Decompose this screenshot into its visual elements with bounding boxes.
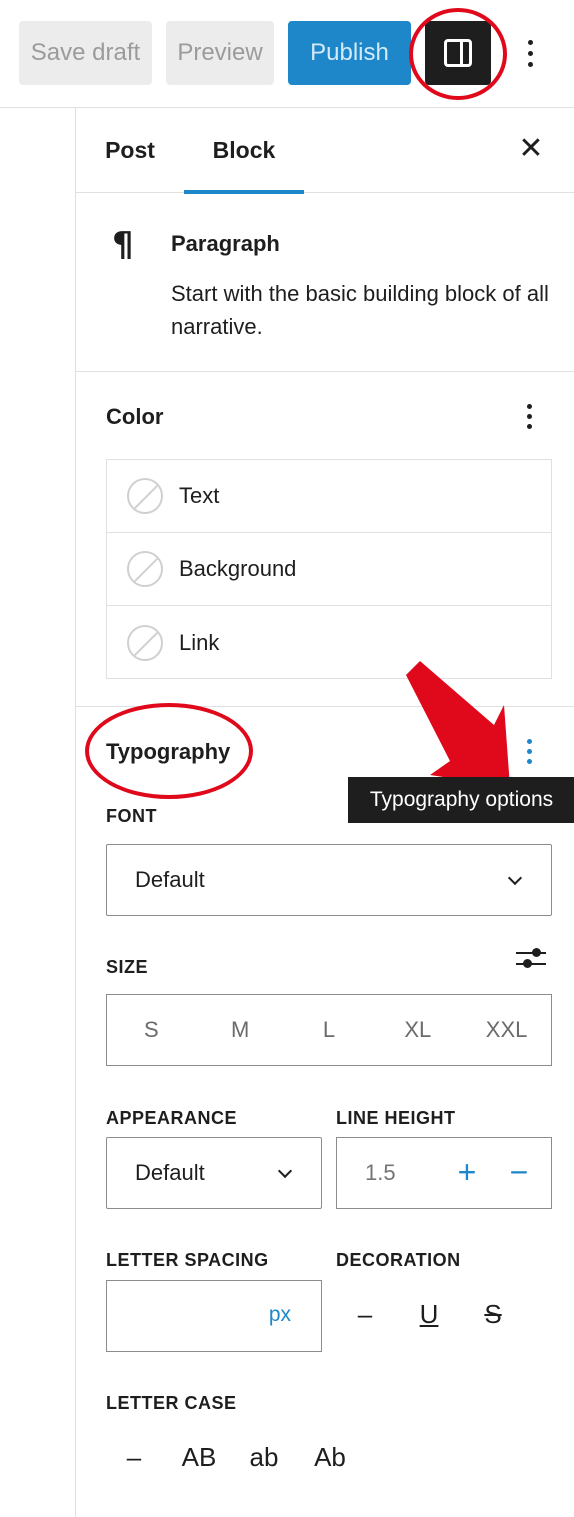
paragraph-icon: ¶ bbox=[112, 225, 134, 265]
letter-spacing-label: LETTER SPACING bbox=[106, 1250, 269, 1270]
letter-case-label: LETTER CASE bbox=[106, 1393, 237, 1413]
letter-spacing-input[interactable]: px bbox=[106, 1280, 322, 1352]
font-select[interactable]: Default bbox=[106, 844, 552, 916]
color-options-button[interactable] bbox=[519, 398, 539, 434]
letter-case-lowercase-button[interactable]: ab bbox=[244, 1437, 284, 1477]
appearance-select-value: Default bbox=[135, 1160, 205, 1185]
empty-swatch-icon bbox=[127, 624, 163, 661]
kebab-icon bbox=[526, 403, 532, 409]
editor-header: Save draft Preview Publish bbox=[0, 0, 574, 108]
size-option-s[interactable]: S bbox=[107, 995, 196, 1065]
size-option-xl[interactable]: XL bbox=[373, 995, 462, 1065]
kebab-icon bbox=[527, 39, 533, 45]
save-draft-button[interactable]: Save draft bbox=[19, 21, 152, 85]
typography-options-tooltip: Typography options bbox=[348, 777, 574, 823]
font-select-value: Default bbox=[135, 867, 205, 892]
color-panel-title: Color bbox=[106, 404, 164, 429]
color-item-label: Text bbox=[179, 483, 220, 508]
chevron-down-icon bbox=[507, 870, 523, 886]
size-option-m[interactable]: M bbox=[196, 995, 285, 1065]
unit-selector[interactable]: px bbox=[269, 1303, 291, 1327]
increment-button[interactable]: + bbox=[452, 1152, 482, 1192]
block-title: Paragraph bbox=[171, 231, 280, 256]
sliders-icon bbox=[516, 952, 546, 954]
line-height-label: LINE HEIGHT bbox=[336, 1108, 456, 1128]
color-item-label: Background bbox=[179, 556, 297, 581]
decoration-label: DECORATION bbox=[336, 1250, 461, 1270]
preview-button[interactable]: Preview bbox=[166, 21, 274, 85]
letter-case-uppercase-button[interactable]: AB bbox=[176, 1437, 222, 1477]
settings-sidebar: Post Block ✕ ¶ Paragraph Start with the … bbox=[75, 108, 574, 1517]
font-size-picker: S M L XL XXL bbox=[106, 994, 552, 1066]
empty-swatch-icon bbox=[127, 551, 163, 587]
kebab-icon bbox=[526, 738, 532, 744]
color-item-label: Link bbox=[179, 629, 220, 655]
decoration-none-button[interactable]: – bbox=[345, 1294, 385, 1334]
tab-block[interactable]: Block bbox=[184, 108, 304, 194]
options-menu-button[interactable] bbox=[516, 30, 544, 76]
decoration-strikethrough-button[interactable]: S bbox=[473, 1294, 513, 1334]
color-list: Text Background Link bbox=[106, 459, 552, 679]
appearance-select[interactable]: Default bbox=[106, 1137, 322, 1209]
publish-button[interactable]: Publish bbox=[288, 21, 411, 85]
chevron-down-icon bbox=[277, 1163, 293, 1179]
annotation-circle-settings bbox=[409, 8, 507, 100]
block-card: ¶ Paragraph Start with the basic buildin… bbox=[76, 193, 574, 372]
close-icon[interactable]: ✕ bbox=[514, 132, 548, 166]
font-label: FONT bbox=[106, 806, 157, 826]
decrement-button[interactable]: − bbox=[504, 1152, 534, 1192]
appearance-label: APPEARANCE bbox=[106, 1108, 238, 1128]
annotation-circle-typography bbox=[85, 703, 253, 799]
decoration-underline-button[interactable]: U bbox=[409, 1294, 449, 1334]
typography-options-button[interactable] bbox=[519, 733, 539, 769]
size-option-xxl[interactable]: XXL bbox=[462, 995, 551, 1065]
empty-swatch-icon bbox=[127, 478, 163, 514]
custom-size-toggle[interactable] bbox=[516, 944, 546, 972]
color-item-text[interactable]: Text bbox=[107, 460, 551, 533]
line-height-input[interactable]: 1.5 bbox=[365, 1160, 396, 1186]
size-label: SIZE bbox=[106, 957, 149, 977]
typography-panel: Typography Typography options FONT Defau… bbox=[76, 661, 574, 1517]
tab-post[interactable]: Post bbox=[86, 108, 174, 193]
letter-case-capitalize-button[interactable]: Ab bbox=[308, 1437, 352, 1477]
block-description: Start with the basic building block of a… bbox=[171, 281, 549, 339]
sidebar-tabs: Post Block ✕ bbox=[76, 108, 574, 194]
annotation-arrow bbox=[406, 661, 510, 787]
color-item-background[interactable]: Background bbox=[107, 533, 551, 606]
size-option-l[interactable]: L bbox=[285, 995, 374, 1065]
letter-case-none-button[interactable]: – bbox=[114, 1437, 154, 1477]
line-height-control: 1.5 + − bbox=[336, 1137, 552, 1209]
